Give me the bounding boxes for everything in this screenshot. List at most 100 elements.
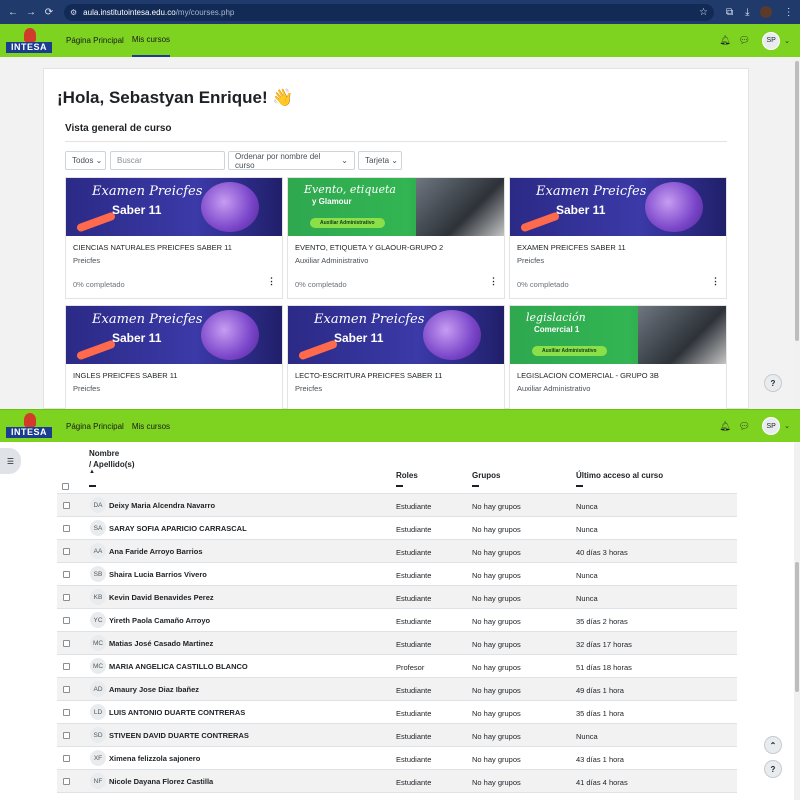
header-last-access[interactable]: Último acceso al curso [576, 471, 663, 480]
scroll-top-button[interactable]: ⌃ [764, 736, 782, 754]
avatar[interactable]: YC [90, 612, 106, 628]
collapse-icon[interactable] [89, 485, 96, 487]
extensions-icon[interactable]: ⧉ [726, 7, 733, 18]
course-card[interactable]: Evento, etiqueta y Glamour Auxiliar Admini… [287, 177, 505, 299]
course-name[interactable]: EXAMEN PREICFES SABER 11 [517, 243, 626, 252]
row-checkbox[interactable] [63, 778, 70, 785]
collapse-icon[interactable] [396, 485, 403, 487]
collapse-icon[interactable] [472, 485, 479, 487]
view-dropdown[interactable]: Tarjeta ⌄ [358, 151, 402, 170]
course-banner-image[interactable]: Examen Preicfes Saber 11 [66, 178, 282, 236]
chat-icon[interactable]: 💬︎ [739, 35, 750, 46]
avatar[interactable]: MC [90, 635, 106, 651]
row-checkbox[interactable] [63, 571, 70, 578]
row-checkbox[interactable] [63, 686, 70, 693]
avatar[interactable]: AA [90, 543, 106, 559]
avatar[interactable]: DA [90, 497, 106, 513]
row-checkbox[interactable] [63, 548, 70, 555]
row-checkbox[interactable] [63, 755, 70, 762]
sort-asc-icon[interactable]: ▲ [89, 469, 95, 475]
collapse-icon[interactable] [576, 485, 583, 487]
course-name[interactable]: EVENTO, ETIQUETA Y GLAOUR-GRUPO 2 [295, 243, 443, 252]
avatar[interactable]: KB [90, 589, 106, 605]
course-banner-image[interactable]: Examen Preicfes Saber 11 [288, 306, 504, 364]
participant-name[interactable]: Kevin David Benavides Perez [109, 593, 214, 602]
participant-name[interactable]: Amaury Jose Diaz Ibañez [109, 685, 199, 694]
more-icon[interactable]: ⋮ [784, 7, 794, 18]
avatar[interactable]: MC [90, 658, 106, 674]
nav-courses-link[interactable]: Mis cursos [132, 410, 170, 442]
course-banner-image[interactable]: Examen Preicfes Saber 11 [510, 178, 726, 236]
participant-name[interactable]: STIVEEN DAVID DUARTE CONTRERAS [109, 731, 249, 740]
scrollbar[interactable] [794, 57, 800, 409]
scrollbar-thumb[interactable] [795, 61, 799, 341]
scrollbar-thumb[interactable] [795, 562, 799, 692]
course-name[interactable]: CIENCIAS NATURALES PREICFES SABER 11 [73, 243, 232, 252]
intesa-logo[interactable]: INTESA [6, 412, 52, 440]
participant-name[interactable]: Matias José Casado Martinez [109, 639, 213, 648]
row-checkbox[interactable] [63, 594, 70, 601]
user-avatar[interactable]: SP [762, 31, 781, 50]
reload-icon[interactable]: ⟳ [40, 7, 58, 18]
course-card[interactable]: Examen Preicfes Saber 11 CIENCIAS NATURAL… [65, 177, 283, 299]
course-name[interactable]: LECTO-ESCRITURA PREICFES SABER 11 [295, 371, 442, 380]
avatar[interactable]: SD [90, 727, 106, 743]
row-checkbox[interactable] [63, 640, 70, 647]
bell-icon[interactable]: 🔔︎ [719, 421, 730, 432]
avatar[interactable]: XF [90, 750, 106, 766]
participant-name[interactable]: Deixy Maria Alcendra Navarro [109, 501, 215, 510]
course-banner-image[interactable]: Examen Preicfes Saber 11 [66, 306, 282, 364]
avatar[interactable]: AD [90, 681, 106, 697]
search-input[interactable]: Buscar [110, 151, 225, 170]
participant-name[interactable]: Ana Faride Arroyo Barrios [109, 547, 203, 556]
forward-icon[interactable]: → [22, 7, 40, 18]
course-card[interactable]: Examen Preicfes Saber 11 LECTO-ESCRITURA … [287, 305, 505, 409]
participant-name[interactable]: SARAY SOFIA APARICIO CARRASCAL [109, 524, 247, 533]
chevron-down-icon[interactable]: ⌄ [784, 37, 790, 45]
avatar[interactable]: SA [90, 520, 106, 536]
kebab-menu-icon[interactable]: ⋮ [489, 276, 498, 287]
help-button[interactable]: ? [764, 760, 782, 778]
user-avatar[interactable]: SP [762, 417, 781, 435]
sort-dropdown[interactable]: Ordenar por nombre del curso ⌄ [228, 151, 355, 170]
course-card[interactable]: Examen Preicfes Saber 11 INGLES PREICFES … [65, 305, 283, 409]
row-checkbox[interactable] [63, 663, 70, 670]
row-checkbox[interactable] [63, 709, 70, 716]
profile-icon[interactable] [759, 6, 772, 18]
row-checkbox[interactable] [63, 502, 70, 509]
participant-name[interactable]: Shaira Lucia Barrios Vivero [109, 570, 207, 579]
back-icon[interactable]: ← [4, 7, 22, 18]
kebab-menu-icon[interactable]: ⋮ [267, 276, 276, 287]
select-all-checkbox[interactable] [62, 483, 69, 490]
avatar[interactable]: NF [90, 773, 106, 789]
help-button[interactable]: ? [764, 374, 782, 392]
nav-home-link[interactable]: Página Principal [66, 410, 124, 442]
bell-icon[interactable]: 🔔︎ [719, 35, 730, 46]
avatar[interactable]: LD [90, 704, 106, 720]
address-bar[interactable]: ⚙ aula.institutointesa.edu.co/my/courses… [64, 3, 714, 21]
row-checkbox[interactable] [63, 525, 70, 532]
chat-icon[interactable]: 💬︎ [739, 421, 750, 432]
course-name[interactable]: LEGISLACION COMERCIAL - GRUPO 3B [517, 371, 659, 380]
header-surname[interactable]: / Apellido(s) [89, 460, 134, 469]
course-name[interactable]: INGLES PREICFES SABER 11 [73, 371, 177, 380]
course-index-toggle[interactable]: ☰ [0, 448, 21, 474]
participant-name[interactable]: Ximena felizzola sajonero [109, 754, 200, 763]
nav-home-link[interactable]: Página Principal [66, 24, 124, 57]
course-card[interactable]: legislación Comercial 1 Auxiliar Administr… [509, 305, 727, 409]
participant-name[interactable]: Nicole Dayana Florez Castilla [109, 777, 213, 786]
site-info-icon[interactable]: ⚙ [70, 8, 77, 17]
course-banner-image[interactable]: Evento, etiqueta y Glamour Auxiliar Admini… [288, 178, 504, 236]
scrollbar[interactable] [794, 442, 800, 800]
nav-courses-link[interactable]: Mis cursos [131, 24, 171, 57]
participant-name[interactable]: MARIA ANGELICA CASTILLO BLANCO [109, 662, 248, 671]
header-name[interactable]: Nombre [89, 449, 119, 458]
chevron-down-icon[interactable]: ⌄ [784, 422, 790, 430]
avatar[interactable]: SB [90, 566, 106, 582]
row-checkbox[interactable] [63, 617, 70, 624]
course-card[interactable]: Examen Preicfes Saber 11 EXAMEN PREICFES … [509, 177, 727, 299]
kebab-menu-icon[interactable]: ⋮ [711, 276, 720, 287]
participant-name[interactable]: LUIS ANTONIO DUARTE CONTRERAS [109, 708, 245, 717]
filter-all-dropdown[interactable]: Todos ⌄ [65, 151, 106, 170]
participant-name[interactable]: Yireth Paola Camaño Arroyo [109, 616, 210, 625]
